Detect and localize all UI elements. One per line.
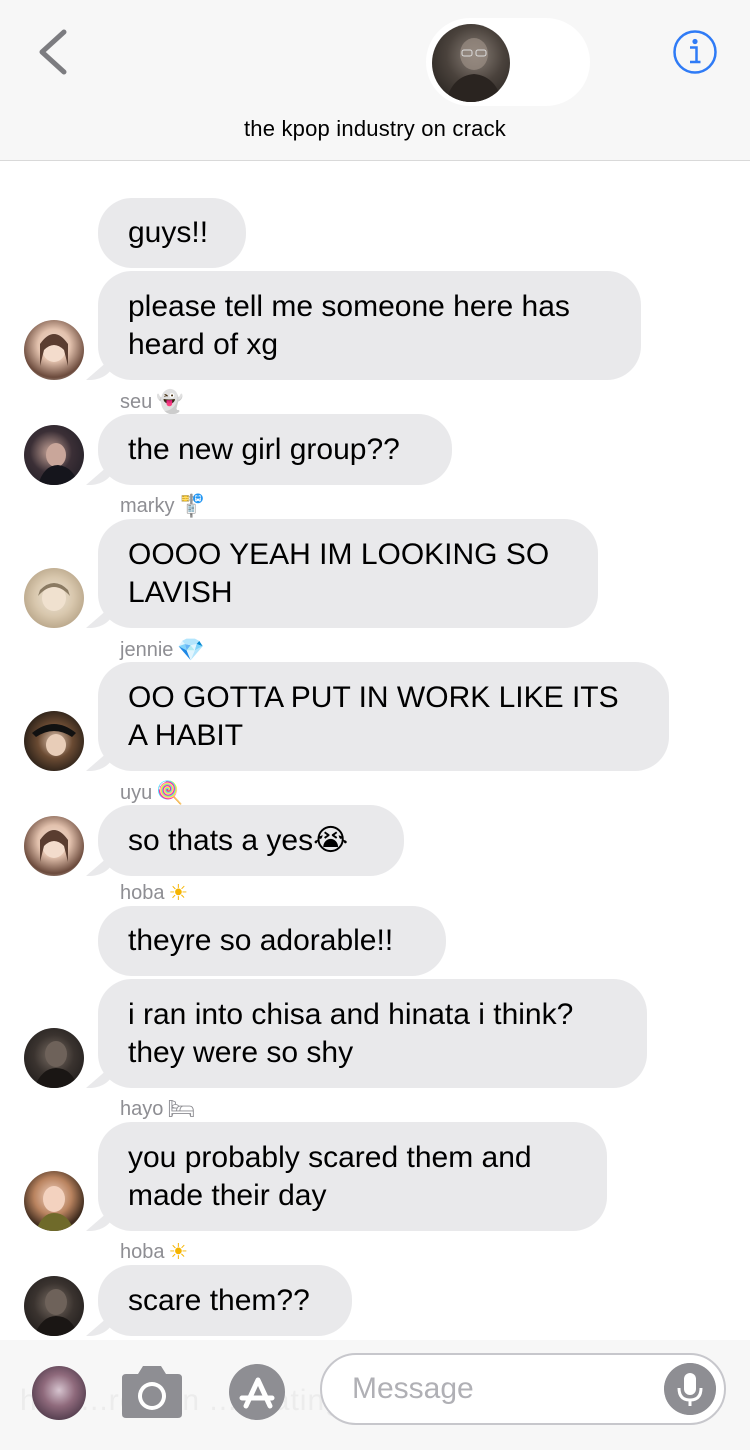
info-icon[interactable] <box>672 29 718 75</box>
message-bubble[interactable]: OOOO YEAH IM LOOKING SO LAVISH <box>98 519 598 628</box>
message-bubble[interactable]: guys!! <box>98 198 246 268</box>
gem-emoji: 💎 <box>177 638 205 663</box>
message-text: please tell me someone here has heard of… <box>128 289 570 361</box>
sun-emoji: ☀ <box>168 1240 189 1265</box>
group-avatar[interactable] <box>432 24 510 102</box>
conversation-header: the kpop industry on crack <box>0 0 750 161</box>
message-text: theyre so adorable!! <box>128 924 394 957</box>
message-bubble[interactable]: the new girl group?? <box>98 414 452 485</box>
message-text: i ran into chisa and hinata i think? the… <box>128 997 574 1069</box>
sender-name: hoba ☀ <box>120 1240 189 1265</box>
conversation-title[interactable]: the kpop industry on crack <box>0 116 750 142</box>
sender-avatar[interactable] <box>24 711 84 771</box>
sender-avatar[interactable] <box>24 1171 84 1231</box>
sender-name: jennie 💎 <box>120 638 205 663</box>
bed-emoji: 🛏 <box>167 1097 196 1122</box>
sender-avatar[interactable] <box>24 1276 84 1336</box>
camera-icon[interactable] <box>118 1364 186 1420</box>
message-bubble[interactable]: please tell me someone here has heard of… <box>98 271 641 380</box>
sender-name: uyu 🍭 <box>120 781 184 806</box>
lollipop-emoji: 🍭 <box>156 781 184 806</box>
sender-name: hayo 🛏 <box>120 1097 196 1122</box>
sun-emoji: ☀ <box>168 881 189 906</box>
sender-avatar[interactable] <box>24 425 84 485</box>
sender-name: seu 👻 <box>120 390 184 415</box>
message-placeholder: Message <box>352 1372 474 1405</box>
message-bubble[interactable]: so thats a yes😭 <box>98 805 404 876</box>
message-text: OOOO YEAH IM LOOKING SO LAVISH <box>128 537 550 609</box>
message-text: you probably scared them and made their … <box>128 1140 532 1212</box>
message-text: so thats a yes😭 <box>128 823 349 857</box>
sender-name: hoba ☀ <box>120 881 189 906</box>
app-store-icon[interactable] <box>222 1362 292 1422</box>
message-text: OO GOTTA PUT IN WORK LIKE ITS A HABIT <box>128 680 619 752</box>
message-bubble[interactable]: you probably scared them and made their … <box>98 1122 607 1231</box>
message-bubble[interactable]: i ran into chisa and hinata i think? the… <box>98 979 647 1088</box>
bus-stop-emoji: 🚏 <box>178 494 206 519</box>
microphone-icon[interactable] <box>664 1363 716 1415</box>
sender-name: marky 🚏 <box>120 494 206 519</box>
ghost-emoji: 👻 <box>156 390 184 415</box>
sender-avatar[interactable] <box>24 320 84 380</box>
sender-avatar[interactable] <box>24 568 84 628</box>
back-chevron-icon[interactable] <box>30 26 74 78</box>
message-bubble[interactable]: theyre so adorable!! <box>98 906 446 976</box>
memoji-avatar-button[interactable] <box>32 1366 86 1420</box>
message-bubble[interactable]: scare them?? <box>98 1265 352 1336</box>
message-text: scare them?? <box>128 1283 310 1317</box>
message-text: the new girl group?? <box>128 432 400 466</box>
sender-avatar[interactable] <box>24 1028 84 1088</box>
message-bubble[interactable]: OO GOTTA PUT IN WORK LIKE ITS A HABIT <box>98 662 669 771</box>
sender-avatar[interactable] <box>24 816 84 876</box>
message-text: guys!! <box>128 216 209 249</box>
